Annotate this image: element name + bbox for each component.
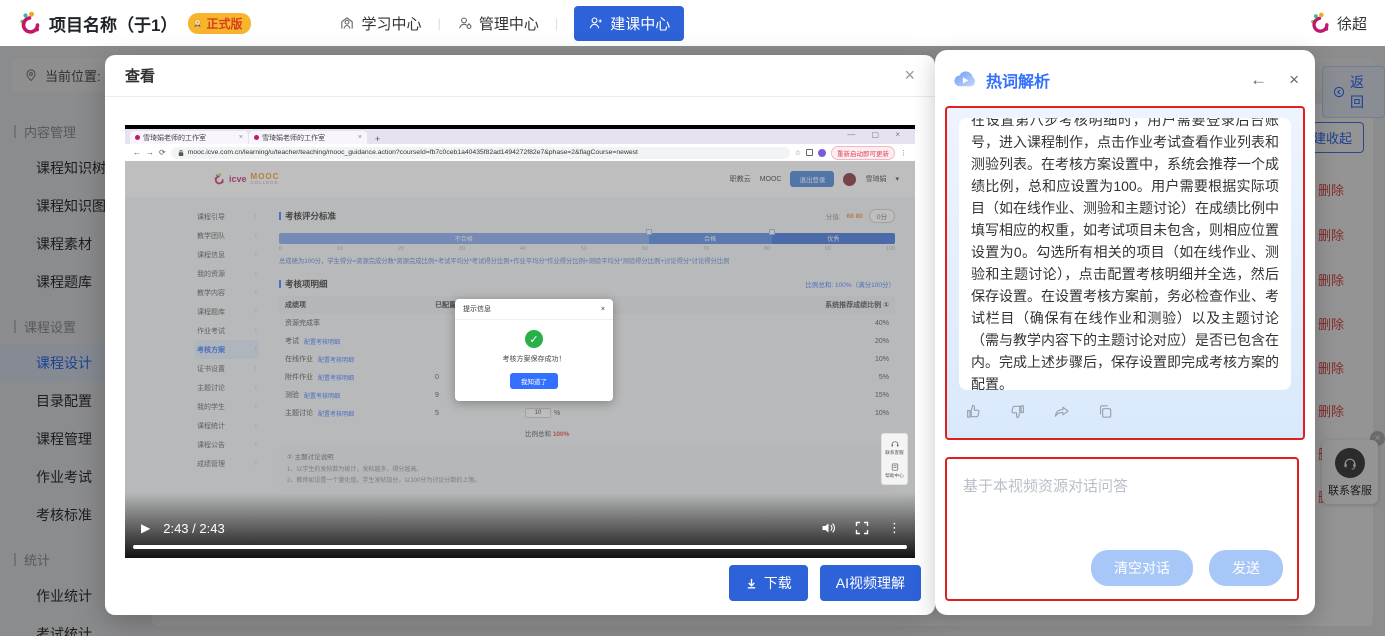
hotword-analysis-panel: 热词解析 ← × 在设置第八步考核明细时，用户需要登录后台账号，进入课程制作，点… xyxy=(935,50,1315,615)
headset-icon xyxy=(890,439,900,449)
top-header: 项目名称（于1） 正式版 学习中心 | 管理中心 | 建课中心 xyxy=(0,0,1385,46)
video-player-wrap: 雪琦娟老师的工作室 × 雪琦娟老师的工作室 × + — ▢ × ← xyxy=(125,125,915,558)
video-frame-browser: 雪琦娟老师的工作室 × 雪琦娟老师的工作室 × + — ▢ × ← xyxy=(125,129,915,161)
dialog-ok-button: 我知道了 xyxy=(510,373,558,389)
dialog-close-icon: × xyxy=(601,306,605,313)
browser-forward-icon: → xyxy=(146,148,154,157)
video-controls: ▶ 2:43 / 2:43 ⋮ xyxy=(125,492,915,558)
browser-menu-icon: ⋮ xyxy=(900,149,907,157)
dialog-message: 考核方案保存成功！ xyxy=(463,354,605,364)
nav-learning-center[interactable]: 学习中心 xyxy=(339,13,421,34)
window-controls: — ▢ × xyxy=(847,130,907,139)
in-video-float-widget: 联系客服 帮助中心 xyxy=(881,433,908,485)
panel-close-icon[interactable]: × xyxy=(1289,70,1299,90)
modal-close-icon[interactable]: × xyxy=(904,65,915,86)
app-root: 项目名称（于1） 正式版 学习中心 | 管理中心 | 建课中心 xyxy=(0,0,1385,636)
clear-chat-button[interactable]: 清空对话 xyxy=(1091,550,1193,586)
in-video-success-dialog: 提示信息 × ✓ 考核方案保存成功！ 我知道了 xyxy=(455,299,613,401)
user-name: 徐超 xyxy=(1337,13,1367,34)
browser-tab: 雪琦娟老师的工作室 × xyxy=(249,131,367,144)
browser-back-icon: ← xyxy=(133,148,141,157)
browser-tab-bar: 雪琦娟老师的工作室 × 雪琦娟老师的工作室 × + — ▢ × xyxy=(125,129,915,144)
dialog-title: 提示信息 xyxy=(463,304,491,314)
new-tab-icon: + xyxy=(375,134,380,144)
cloud-play-icon xyxy=(951,66,978,93)
play-icon[interactable]: ▶ xyxy=(141,521,150,535)
video-progress-bar[interactable] xyxy=(133,545,907,549)
primary-nav: 学习中心 | 管理中心 | 建课中心 xyxy=(339,6,684,41)
project-title: 项目名称（于1） xyxy=(49,11,177,36)
video-time: 2:43 / 2:43 xyxy=(163,521,224,536)
browser-update-pill: 重新启动即可更新 xyxy=(831,146,895,160)
ai-video-understand-button[interactable]: AI视频理解 xyxy=(820,565,921,601)
panel-back-icon[interactable]: ← xyxy=(1250,70,1267,90)
browser-tab: 雪琦娟老师的工作室 × xyxy=(130,131,248,144)
help-book-icon xyxy=(890,462,900,472)
browser-extension-icon xyxy=(806,149,813,156)
learning-center-icon xyxy=(339,15,355,31)
browser-reload-icon: ⟳ xyxy=(159,148,166,157)
thumbs-up-icon[interactable] xyxy=(965,403,982,420)
modal-title: 查看 xyxy=(125,65,155,86)
lock-icon xyxy=(178,149,184,157)
nav-course-building-center[interactable]: 建课中心 xyxy=(574,6,684,41)
fullscreen-icon[interactable] xyxy=(854,520,870,536)
ai-message-text: 在设置第八步考核明细时，用户需要登录后台账号，进入课程制作，点击作业考试查看作业… xyxy=(971,118,1279,390)
brand: 项目名称（于1） 正式版 xyxy=(18,11,251,36)
user-logo-icon xyxy=(1309,12,1331,34)
browser-url-bar: ← → ⟳ mooc.icve.com.cn/learning/u/teache… xyxy=(125,144,915,161)
address-bar: mooc.icve.com.cn/learning/u/teacher/teac… xyxy=(171,147,790,159)
browser-profile-avatar xyxy=(818,149,826,157)
tab-close-icon: × xyxy=(358,134,362,141)
favicon xyxy=(135,135,140,140)
more-options-icon[interactable]: ⋮ xyxy=(888,520,901,536)
user-menu[interactable]: 徐超 xyxy=(1309,12,1367,34)
success-check-icon: ✓ xyxy=(525,330,543,348)
share-icon[interactable] xyxy=(1053,403,1070,420)
download-icon xyxy=(745,577,758,590)
management-center-icon xyxy=(457,15,473,31)
chat-input-area[interactable]: 基于本视频资源对话问答 清空对话 发送 xyxy=(945,457,1299,601)
video-player[interactable]: 雪琦娟老师的工作室 × 雪琦娟老师的工作室 × + — ▢ × ← xyxy=(125,125,915,558)
tab-close-icon: × xyxy=(239,134,243,141)
course-building-icon xyxy=(588,15,604,31)
send-button[interactable]: 发送 xyxy=(1209,550,1283,586)
star-icon: ☆ xyxy=(795,149,801,157)
view-modal: 查看 × 雪琦娟老师的工作室 × 雪琦娟老师的工作室 xyxy=(105,55,935,615)
download-button[interactable]: 下载 xyxy=(729,565,808,601)
nav-management-center[interactable]: 管理中心 xyxy=(457,13,539,34)
nav-divider: | xyxy=(438,16,441,31)
favicon xyxy=(254,135,259,140)
copy-icon[interactable] xyxy=(1097,403,1114,420)
volume-icon[interactable] xyxy=(820,520,836,536)
modal-header: 查看 × xyxy=(105,55,935,97)
medal-icon xyxy=(192,18,203,29)
panel-title: 热词解析 xyxy=(986,68,1050,92)
version-badge: 正式版 xyxy=(188,13,251,34)
chat-input-placeholder: 基于本视频资源对话问答 xyxy=(963,475,1281,496)
nav-divider: | xyxy=(555,16,558,31)
thumbs-down-icon[interactable] xyxy=(1009,403,1026,420)
app-logo-icon xyxy=(18,11,42,35)
ai-message-zone: 在设置第八步考核明细时，用户需要登录后台账号，进入课程制作，点击作业考试查看作业… xyxy=(945,106,1305,440)
ai-message-bubble: 在设置第八步考核明细时，用户需要登录后台账号，进入课程制作，点击作业考试查看作业… xyxy=(959,118,1291,390)
